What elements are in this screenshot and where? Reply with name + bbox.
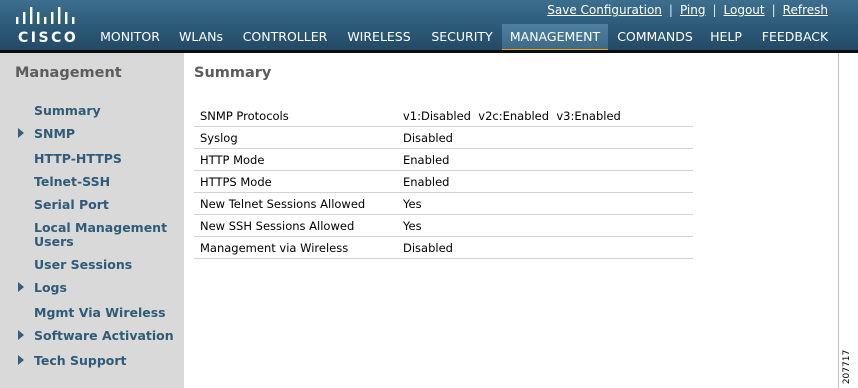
- summary-table: SNMP Protocols v1:Disabled v2c:Enabled v…: [194, 105, 693, 259]
- sidebar: Management Summary SNMP HTTP-HTTPS Telne…: [0, 53, 184, 388]
- nav-security[interactable]: SECURITY: [424, 24, 500, 50]
- nav-wireless[interactable]: WIRELESS: [340, 24, 418, 50]
- row-label: HTTPS Mode: [200, 175, 272, 189]
- nav-feedback[interactable]: FEEDBACK: [756, 24, 834, 50]
- table-row: New SSH Sessions Allowed Yes: [194, 215, 693, 237]
- sidebar-item-snmp[interactable]: SNMP: [34, 127, 75, 141]
- sidebar-item-serial-port[interactable]: Serial Port: [34, 198, 109, 212]
- figure-id: 207717: [838, 348, 858, 388]
- sidebar-item-tech-support[interactable]: Tech Support: [34, 354, 127, 368]
- page-title: Summary: [194, 65, 272, 81]
- expand-arrow-icon[interactable]: [18, 128, 24, 138]
- nav-management[interactable]: MANAGEMENT: [502, 24, 608, 52]
- sidebar-item-mgmt-via-wireless[interactable]: Mgmt Via Wireless: [34, 306, 166, 320]
- main-nav: MONITOR WLANs CONTROLLER WIRELESS SECURI…: [0, 24, 858, 52]
- expand-arrow-icon[interactable]: [18, 355, 24, 365]
- refresh-link[interactable]: Refresh: [783, 3, 828, 17]
- table-row: Syslog Disabled: [194, 127, 693, 149]
- table-row: Management via Wireless Disabled: [194, 237, 693, 259]
- row-value: Disabled: [403, 241, 453, 255]
- expand-arrow-icon[interactable]: [18, 282, 24, 292]
- row-value: Disabled: [403, 131, 453, 145]
- row-label: HTTP Mode: [200, 153, 265, 167]
- sidebar-item-local-management-users[interactable]: Local Management Users: [34, 221, 174, 249]
- sidebar-item-software-activation[interactable]: Software Activation: [34, 329, 174, 343]
- row-label: Management via Wireless: [200, 241, 349, 255]
- expand-arrow-icon[interactable]: [18, 330, 24, 340]
- nav-wlans[interactable]: WLANs: [172, 24, 230, 50]
- table-row: HTTPS Mode Enabled: [194, 171, 693, 193]
- nav-controller[interactable]: CONTROLLER: [236, 24, 334, 50]
- row-value: v1:Disabled v2c:Enabled v3:Enabled: [403, 109, 621, 123]
- sidebar-item-user-sessions[interactable]: User Sessions: [34, 258, 132, 272]
- logout-link[interactable]: Logout: [724, 3, 765, 17]
- sidebar-item-summary[interactable]: Summary: [34, 104, 101, 118]
- row-value: Enabled: [403, 175, 450, 189]
- row-label: New Telnet Sessions Allowed: [200, 197, 366, 211]
- content-right-border: [838, 53, 839, 388]
- row-value: Enabled: [403, 153, 450, 167]
- sidebar-title: Management: [15, 65, 122, 81]
- nav-help[interactable]: HELP: [704, 24, 748, 50]
- nav-commands[interactable]: COMMANDS: [612, 24, 698, 50]
- top-header: CISCO Save Configuration | Ping | Logout | Ref…: [0, 0, 858, 52]
- table-row: SNMP Protocols v1:Disabled v2c:Enabled v…: [194, 105, 693, 127]
- figure-id-text: 207717: [842, 349, 853, 385]
- row-label: Syslog: [200, 131, 238, 145]
- table-row: New Telnet Sessions Allowed Yes: [194, 193, 693, 215]
- nav-monitor[interactable]: MONITOR: [92, 24, 168, 50]
- row-value: Yes: [403, 219, 422, 233]
- sidebar-item-http-https[interactable]: HTTP-HTTPS: [34, 152, 122, 166]
- utility-links: Save Configuration | Ping | Logout | Refresh: [547, 3, 828, 17]
- row-label: New SSH Sessions Allowed: [200, 219, 355, 233]
- sidebar-item-telnet-ssh[interactable]: Telnet-SSH: [34, 175, 110, 189]
- row-value: Yes: [403, 197, 422, 211]
- row-label: SNMP Protocols: [200, 109, 289, 123]
- cisco-bars-icon: [16, 7, 75, 24]
- sidebar-item-logs[interactable]: Logs: [34, 281, 67, 295]
- ping-link[interactable]: Ping: [680, 3, 706, 17]
- save-configuration-link[interactable]: Save Configuration: [547, 3, 662, 17]
- table-row: HTTP Mode Enabled: [194, 149, 693, 171]
